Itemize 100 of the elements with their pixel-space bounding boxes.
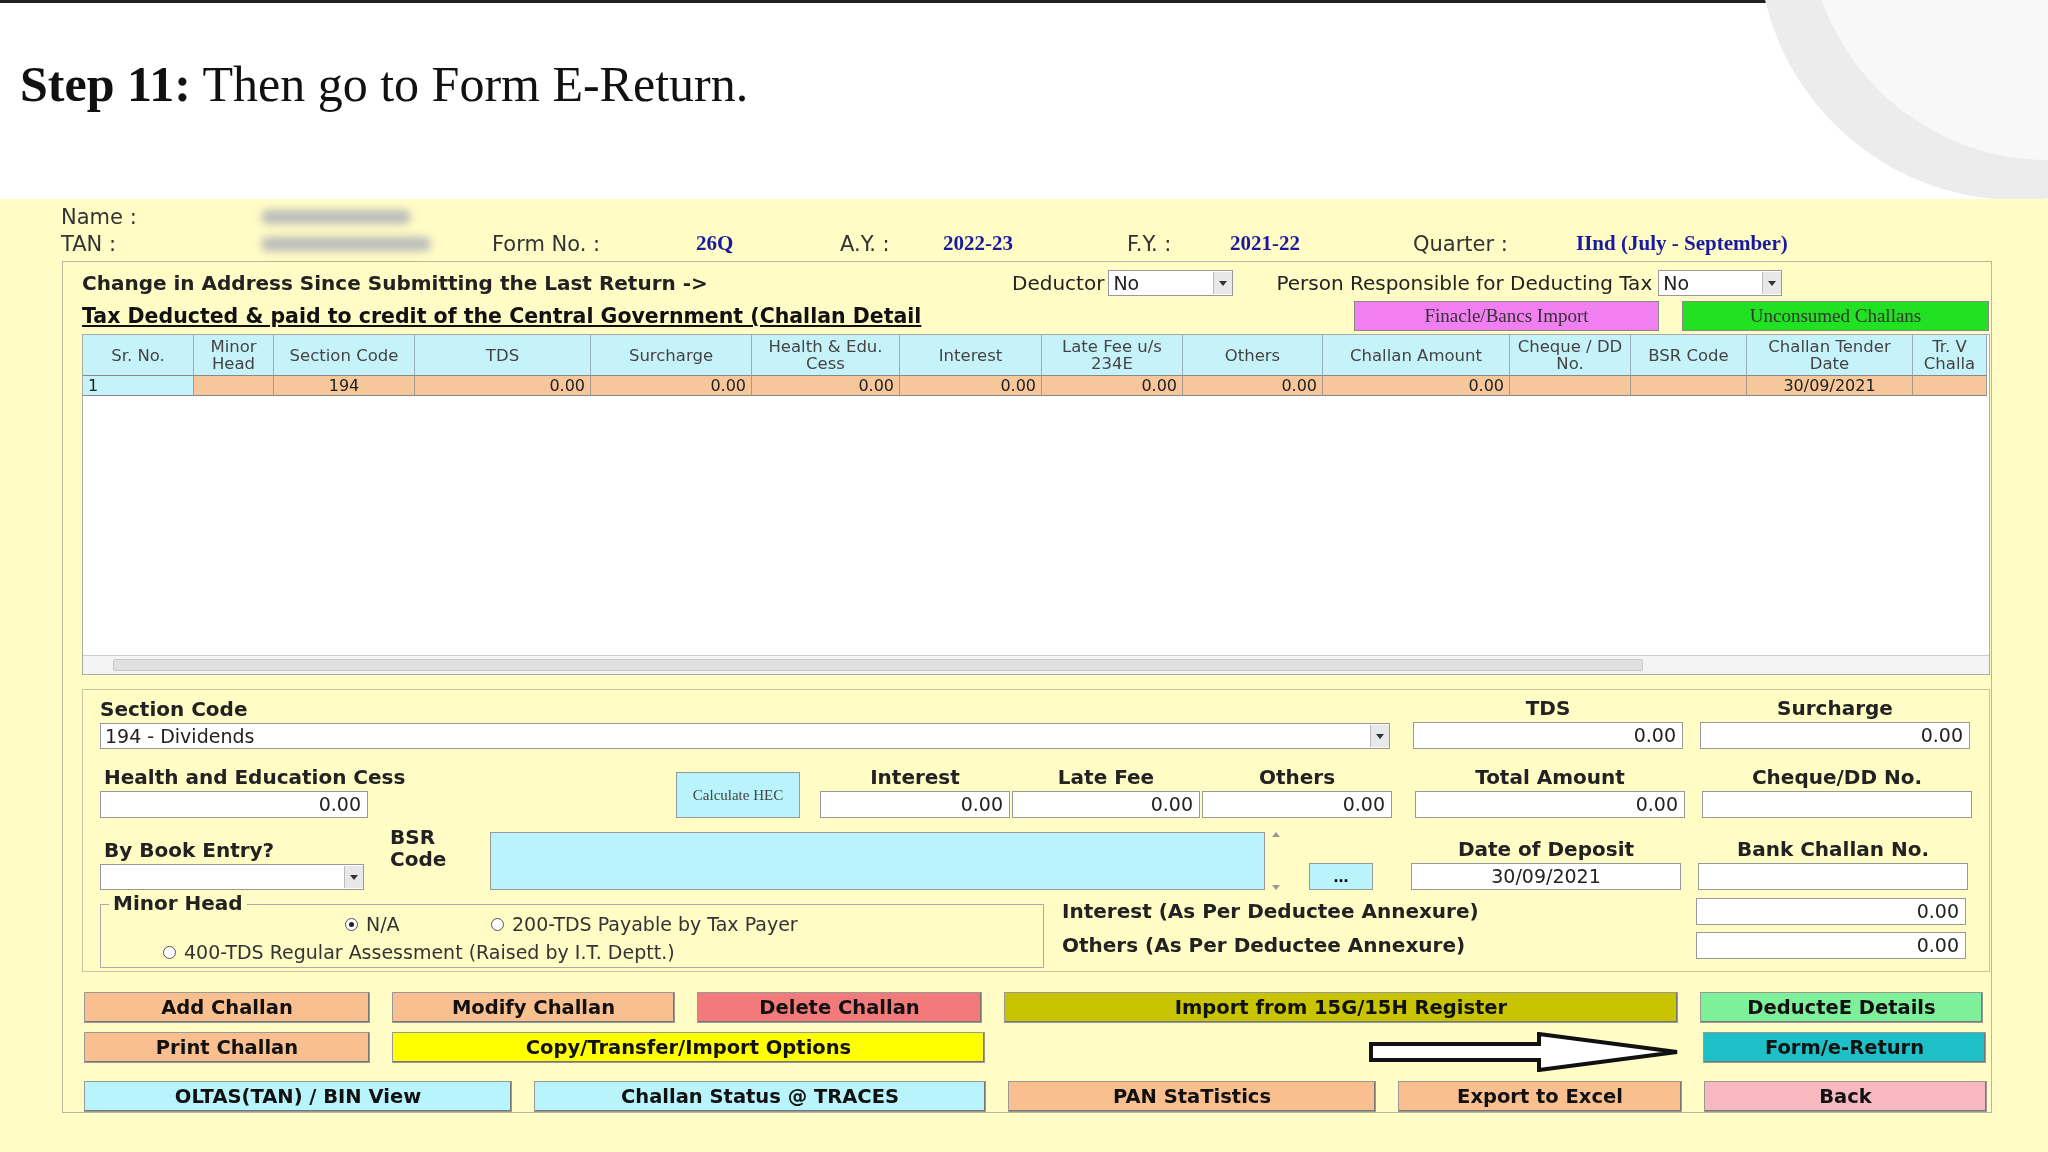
input-field[interactable]: 0.00 [100, 791, 368, 818]
bsr-code-label: BSR Code [390, 826, 448, 870]
dropdown-caret-icon[interactable] [1370, 725, 1389, 747]
section-code-select[interactable]: 194 - Dividends [100, 723, 1390, 749]
action-button[interactable]: Delete Challan [697, 992, 982, 1023]
radio-option[interactable]: 200-TDS Payable by Tax Payer [491, 913, 798, 935]
column-header[interactable]: Interest [900, 335, 1042, 375]
field-label: Section Code [100, 697, 249, 723]
column-header[interactable]: Challan Amount [1323, 335, 1510, 375]
column-header[interactable]: TDS [415, 335, 591, 375]
action-button[interactable]: Form/e-Return [1703, 1032, 1986, 1063]
horizontal-scrollbar[interactable] [83, 655, 1989, 674]
input-field[interactable]: 0.00 [1696, 897, 1966, 925]
radio-icon[interactable] [163, 945, 176, 959]
slide-heading: Step 11: Then go to Form E-Return. [19, 55, 750, 114]
field-label: By Book Entry? [103, 838, 276, 864]
field-label: Interest [869, 765, 961, 791]
action-button[interactable]: Modify Challan [392, 992, 675, 1023]
field-label: Interest (As Per Deductee Annexure) [1062, 899, 1480, 923]
input-field[interactable]: 0.00 [1415, 791, 1685, 818]
table-cell: 0.00 [591, 375, 752, 396]
scroll-down-icon[interactable] [1272, 885, 1280, 890]
table-cell: 0.00 [415, 375, 591, 396]
field-label: Health and Education Cess [103, 765, 407, 791]
ay-value: 2022-23 [943, 231, 1014, 256]
import-button[interactable]: Finacle/Bancs Import [1354, 301, 1659, 331]
dropdown-caret-icon[interactable] [1762, 272, 1782, 294]
field-label: Surcharge [1776, 696, 1894, 722]
column-header[interactable]: Sr. No. [83, 335, 194, 375]
address-change-label: Change in Address Since Submitting the Last Return -> [82, 271, 709, 295]
action-button[interactable]: Back [1704, 1081, 1987, 1112]
input-field[interactable] [1702, 791, 1972, 818]
input-field[interactable]: 0.00 [1700, 722, 1970, 749]
column-header[interactable]: Minor Head [194, 335, 274, 375]
deductor-label: Deductor [1012, 271, 1105, 295]
column-header[interactable]: Tr. V Challa [1913, 335, 1987, 375]
table-cell: 194 [274, 375, 415, 396]
form-label: Form No. : [492, 231, 602, 256]
table-cell: 0.00 [1042, 375, 1183, 396]
radio-icon[interactable] [491, 917, 504, 931]
dropdown-caret-icon[interactable] [1213, 272, 1233, 294]
radio-option[interactable]: N/A [345, 913, 400, 935]
person-responsible-select[interactable]: No [1658, 270, 1783, 296]
scroll-up-icon[interactable] [1272, 832, 1280, 837]
calculate-hec-button[interactable]: Calculate HEC [676, 772, 800, 818]
column-header[interactable]: Late Fee u/s 234E [1042, 335, 1183, 375]
field-label: Cheque/DD No. [1750, 765, 1924, 791]
table-cell: 0.00 [1323, 375, 1510, 396]
unconsumed-challans-button[interactable]: Unconsumed Challans [1682, 301, 1989, 331]
input-field[interactable] [1698, 863, 1968, 890]
dropdown-caret-icon[interactable] [344, 866, 363, 888]
column-header[interactable]: Health & Edu. Cess [752, 335, 900, 375]
table-cell: 0.00 [752, 375, 900, 396]
input-field[interactable]: 0.00 [1012, 791, 1200, 818]
radio-option[interactable]: 400-TDS Regular Assessment (Raised by I.T. Deptt.) [163, 941, 675, 963]
column-header[interactable]: Others [1183, 335, 1323, 375]
column-header[interactable]: Challan Tender Date [1747, 335, 1913, 375]
input-field[interactable]: 0.00 [1202, 791, 1392, 818]
action-button[interactable]: DeducteE Details [1700, 992, 1983, 1023]
field-label: Others (As Per Deductee Annexure) [1062, 933, 1467, 957]
action-button[interactable]: Copy/Transfer/Import Options [392, 1032, 985, 1063]
tan-label: TAN : [61, 231, 118, 256]
form-value: 26Q [696, 231, 735, 256]
field-label: Total Amount [1474, 765, 1626, 791]
action-button[interactable]: Export to Excel [1398, 1081, 1682, 1112]
input-field[interactable]: 0.00 [820, 791, 1010, 818]
action-button[interactable]: Print Challan [84, 1032, 370, 1063]
fy-value: 2021-22 [1230, 231, 1301, 256]
table-cell: 1 [83, 375, 194, 396]
table-cell: 0.00 [900, 375, 1042, 396]
field-label: Others [1257, 765, 1337, 791]
column-header[interactable]: Section Code [274, 335, 415, 375]
date-field[interactable]: 30/09/2021 [1411, 863, 1681, 890]
table-cell: 0.00 [1183, 375, 1323, 396]
challan-section-title: Tax Deducted & paid to credit of the Central Government (Challan Detail [82, 304, 923, 328]
fy-label: F.Y. : [1127, 231, 1173, 256]
column-header[interactable]: BSR Code [1631, 335, 1747, 375]
ay-label: A.Y. : [840, 231, 891, 256]
action-button[interactable]: Add Challan [84, 992, 370, 1023]
field-label: TDS [1524, 696, 1572, 722]
person-responsible-label: Person Responsible for Deducting Tax [1276, 271, 1653, 295]
bsr-code-field[interactable] [490, 832, 1265, 890]
field-label: Late Fee [1056, 765, 1156, 791]
table-cell: 30/09/2021 [1747, 375, 1913, 396]
column-header[interactable]: Cheque / DD No. [1510, 335, 1631, 375]
action-button[interactable]: OLTAS(TAN) / BIN View [84, 1081, 512, 1112]
column-header[interactable]: Surcharge [591, 335, 752, 375]
field-label: Bank Challan No. [1735, 837, 1931, 863]
action-button[interactable]: PAN StaTistics [1008, 1081, 1376, 1112]
action-button[interactable]: Import from 15G/15H Register [1004, 992, 1678, 1023]
action-button[interactable]: Challan Status @ TRACES [534, 1081, 986, 1112]
input-field[interactable]: 0.00 [1696, 931, 1966, 959]
field-label: Date of Deposit [1456, 837, 1636, 863]
input-field[interactable]: 0.00 [1413, 722, 1683, 749]
name-label: Name : [61, 204, 138, 229]
deductor-select[interactable]: No [1108, 270, 1234, 296]
radio-icon[interactable] [345, 917, 358, 931]
browse-button[interactable]: ... [1309, 863, 1373, 890]
quarter-value: IInd (July - September) [1576, 231, 1788, 256]
quarter-label: Quarter : [1413, 231, 1509, 256]
